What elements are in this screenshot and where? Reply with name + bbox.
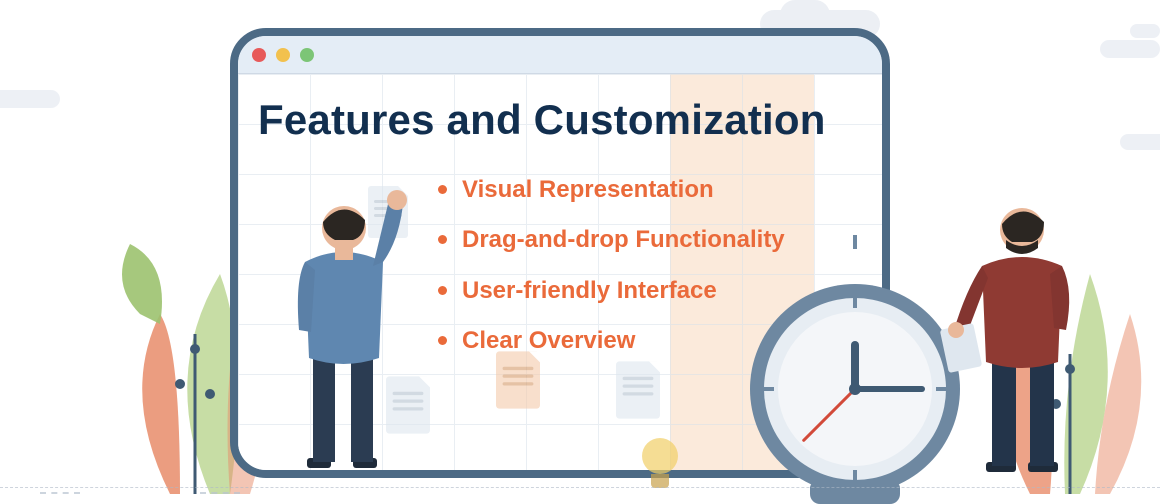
window-close-dot-icon (252, 48, 266, 62)
cloud-decoration (1120, 134, 1160, 150)
ground-dash-decoration (40, 492, 80, 494)
clock-hour-hand-icon (851, 341, 859, 389)
window-maximize-dot-icon (300, 48, 314, 62)
person-writing-illustration (936, 170, 1096, 490)
feature-bullet-item: User-friendly Interface (438, 275, 785, 307)
window-titlebar (238, 36, 882, 74)
ground-line-decoration (0, 487, 1160, 488)
feature-bullet-list: Visual Representation Drag-and-drop Func… (438, 174, 785, 376)
feature-bullet-item: Clear Overview (438, 325, 785, 357)
clock-minute-hand-icon (855, 386, 925, 392)
ground-dash-decoration (200, 492, 240, 494)
clock-illustration (750, 284, 960, 494)
cloud-decoration (1130, 24, 1160, 38)
person-scheduling-illustration (265, 170, 425, 490)
feature-bullet-item: Visual Representation (438, 174, 785, 206)
cloud-decoration (1100, 40, 1160, 58)
illustration-scene: Features and Customization Visual Repres… (0, 0, 1160, 500)
slide-heading: Features and Customization (258, 96, 872, 144)
feature-bullet-item: Drag-and-drop Functionality (438, 224, 785, 256)
window-minimize-dot-icon (276, 48, 290, 62)
cloud-decoration (0, 90, 60, 108)
lightbulb-icon (640, 438, 680, 492)
